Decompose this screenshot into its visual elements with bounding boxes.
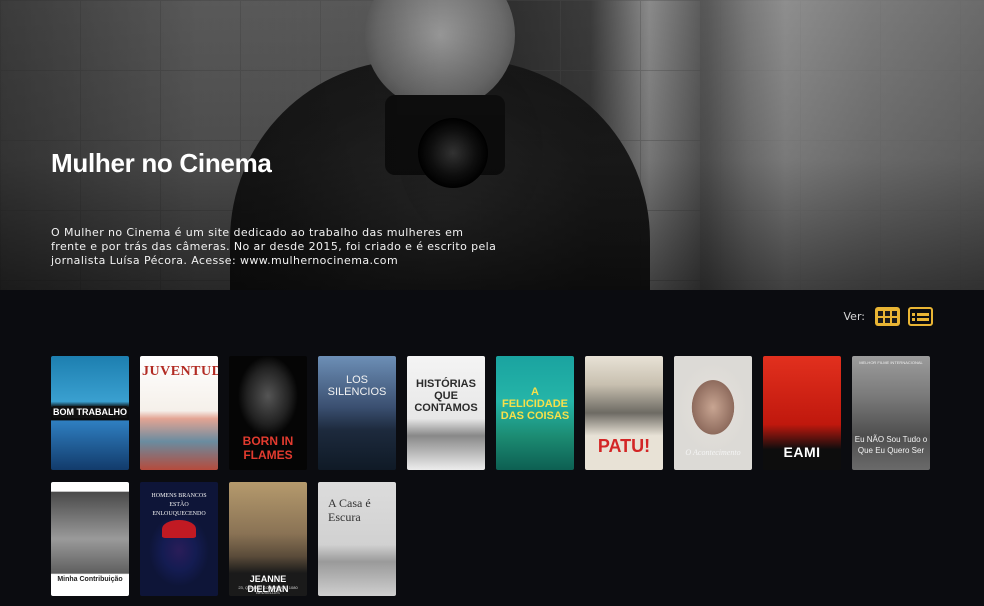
poster-title: Minha Contribuição: [57, 576, 123, 583]
poster-title: Eu NÃO Sou Tudo o Que Eu Quero Ser: [854, 435, 928, 455]
hero-banner: Mulher no Cinema O Mulher no Cinema é um…: [0, 0, 984, 290]
poster-title: HOMENS BRANCOS ESTÃO ENLOUQUECENDO: [151, 493, 207, 517]
poster-title: BORN IN FLAMES: [242, 434, 294, 462]
poster-title: LOS SILENCIOS: [327, 374, 387, 398]
list-view-button[interactable]: [908, 307, 933, 326]
poster-card[interactable]: BORN IN FLAMES: [229, 356, 307, 470]
poster-title: A Casa é Escura: [328, 496, 371, 524]
poster-title: BOM TRABALHO: [53, 406, 127, 418]
poster-card[interactable]: HISTÓRIAS QUE CONTAMOS: [407, 356, 485, 470]
poster-card[interactable]: EAMI: [763, 356, 841, 470]
view-toggle: Ver:: [844, 307, 933, 326]
poster-card[interactable]: Minha Contribuição: [51, 482, 129, 596]
poster-card[interactable]: A FELICIDADE DAS COISAS: [496, 356, 574, 470]
grid-icon: [878, 310, 897, 323]
poster-card[interactable]: A Casa é Escura: [318, 482, 396, 596]
page-title: Mulher no Cinema: [51, 148, 272, 178]
poster-card[interactable]: JEANNE DIELMAN 23, QUAI DU COMMERCE, 108…: [229, 482, 307, 596]
list-icon: [912, 312, 929, 321]
poster-card[interactable]: HOMENS BRANCOS ESTÃO ENLOUQUECENDO: [140, 482, 218, 596]
view-label: Ver:: [843, 310, 865, 323]
poster-title: JUVENTUDE: [142, 364, 218, 379]
page-description: O Mulher no Cinema é um site dedicado ao…: [51, 226, 497, 267]
poster-card[interactable]: PATU!: [585, 356, 663, 470]
poster-title: A FELICIDADE DAS COISAS: [500, 386, 570, 422]
poster-subtitle: MELHOR FILME INTERNACIONAL: [859, 360, 923, 365]
poster-title: PATU!: [597, 436, 651, 456]
poster-card[interactable]: LOS SILENCIOS: [318, 356, 396, 470]
poster-art: [162, 520, 196, 538]
poster-title: O Acontecimento: [685, 448, 741, 457]
poster-card[interactable]: JUVENTUDE: [140, 356, 218, 470]
poster-title: EAMI: [783, 444, 821, 460]
poster-title: HISTÓRIAS QUE CONTAMOS: [414, 378, 478, 414]
grid-view-button[interactable]: [875, 307, 900, 326]
poster-subtitle: 23, QUAI DU COMMERCE, 1080 BRUXELLES: [238, 585, 298, 595]
poster-card[interactable]: MELHOR FILME INTERNACIONAL Eu NÃO Sou Tu…: [852, 356, 930, 470]
poster-card[interactable]: BOM TRABALHO: [51, 356, 129, 470]
poster-card[interactable]: O Acontecimento: [674, 356, 752, 470]
poster-grid: BOM TRABALHO JUVENTUDE BORN IN FLAMES LO…: [51, 356, 935, 596]
